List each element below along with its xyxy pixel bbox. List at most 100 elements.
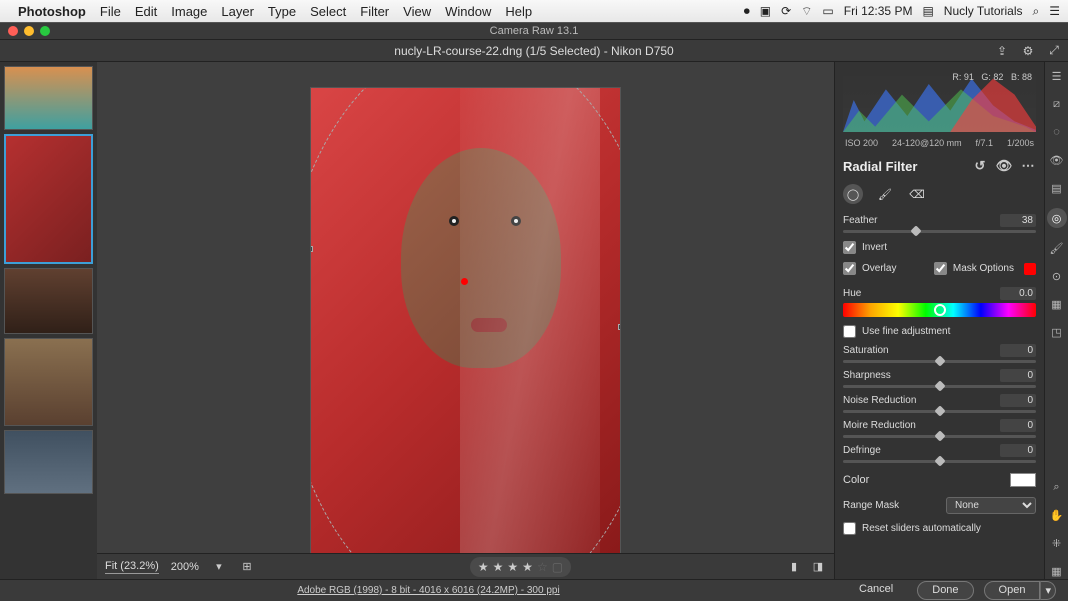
feather-slider[interactable] <box>843 230 1036 233</box>
camera-raw-titlebar: Camera Raw 13.1 <box>0 22 1068 40</box>
hue-slider[interactable] <box>843 303 1036 317</box>
gear-icon[interactable]: ⚙ <box>1020 43 1036 59</box>
histogram[interactable]: R: 91 G: 82 B: 88 <box>843 68 1036 132</box>
grid-toggle-icon[interactable]: ⊞ <box>239 559 255 575</box>
grid-icon[interactable]: ▦ <box>1049 563 1065 579</box>
defringe-value[interactable]: 0 <box>1000 444 1036 457</box>
wifi-icon[interactable]: ⌔ <box>801 4 812 19</box>
reset-sliders-checkbox[interactable] <box>843 522 856 535</box>
cancel-button[interactable]: Cancel <box>845 581 907 600</box>
filmstrip[interactable] <box>0 62 97 579</box>
canvas-area[interactable]: Fit (23.2%) 200% ▾ ⊞ ★ ★ ★ ★ ☆ ▢ ▮ ◨ <box>97 62 834 579</box>
battery-icon[interactable]: ▭ <box>822 4 833 18</box>
saturation-value[interactable]: 0 <box>1000 344 1036 357</box>
invert-checkbox[interactable] <box>843 241 856 254</box>
sharpness-slider[interactable] <box>843 385 1036 388</box>
eraser-tool-icon[interactable]: ⌫ <box>907 184 927 204</box>
menu-layer[interactable]: Layer <box>221 4 254 19</box>
redeye-icon[interactable]: ⊙ <box>1049 268 1065 284</box>
defringe-slider[interactable] <box>843 460 1036 463</box>
workflow-link[interactable]: Adobe RGB (1998) - 8 bit - 4016 x 6016 (… <box>297 585 559 596</box>
snapshots-icon[interactable]: ◳ <box>1049 324 1065 340</box>
thumbnail-4[interactable] <box>4 338 93 426</box>
edit-icon[interactable]: ☰ <box>1049 68 1065 84</box>
open-dropdown-icon[interactable]: ▾ <box>1040 581 1056 600</box>
adjustment-pin[interactable] <box>461 278 468 285</box>
sync-icon[interactable]: ⟳ <box>781 4 791 18</box>
filter-handle-left[interactable] <box>310 246 313 252</box>
radial-filter-icon[interactable]: ◎ <box>1047 208 1067 228</box>
export-icon[interactable]: ⇪ <box>994 43 1010 59</box>
star-1[interactable]: ★ <box>478 560 489 574</box>
noise-reduction-slider[interactable] <box>843 410 1036 413</box>
thumbnail-2-selected[interactable] <box>4 134 93 264</box>
range-mask-select[interactable]: None <box>946 497 1036 514</box>
menu-file[interactable]: File <box>100 4 121 19</box>
brush-icon[interactable]: 🖌 <box>1049 240 1065 256</box>
star-5[interactable]: ☆ <box>537 560 548 574</box>
maximize-window-button[interactable] <box>40 26 50 36</box>
menu-view[interactable]: View <box>403 4 431 19</box>
menu-image[interactable]: Image <box>171 4 207 19</box>
user-name[interactable]: Nucly Tutorials <box>944 4 1023 18</box>
thumbnail-5[interactable] <box>4 430 93 494</box>
menu-filter[interactable]: Filter <box>360 4 389 19</box>
feather-value[interactable]: 38 <box>1000 214 1036 227</box>
saturation-slider[interactable] <box>843 360 1036 363</box>
eye-tool-icon[interactable]: 👁 <box>1049 152 1065 168</box>
sampler-icon[interactable]: ⁜ <box>1049 535 1065 551</box>
open-button[interactable]: Open <box>984 581 1041 600</box>
single-view-icon[interactable]: ▮ <box>786 559 802 575</box>
more-icon[interactable]: ⋯ <box>1020 158 1036 174</box>
clock[interactable]: Fri 12:35 PM <box>844 4 913 18</box>
done-button[interactable]: Done <box>917 581 973 600</box>
moire-slider[interactable] <box>843 435 1036 438</box>
fine-adjustment-checkbox[interactable] <box>843 325 856 338</box>
presets-icon[interactable]: ▦ <box>1049 296 1065 312</box>
menu-type[interactable]: Type <box>268 4 296 19</box>
linear-gradient-icon[interactable]: ▤ <box>1049 180 1065 196</box>
minimize-window-button[interactable] <box>24 26 34 36</box>
record-icon[interactable]: ⏺ <box>744 4 750 19</box>
crop-icon[interactable]: ⧄ <box>1049 96 1065 112</box>
app-name[interactable]: Photoshop <box>18 4 86 19</box>
brush-tool-icon[interactable]: 🖌 <box>875 184 895 204</box>
thumbnail-1[interactable] <box>4 66 93 130</box>
fullscreen-icon[interactable]: ⤢ <box>1046 43 1062 59</box>
sharpness-value[interactable]: 0 <box>1000 369 1036 382</box>
menu-edit[interactable]: Edit <box>135 4 157 19</box>
star-2[interactable]: ★ <box>493 560 504 574</box>
hue-value[interactable]: 0.0 <box>1000 287 1036 300</box>
mask-color-swatch[interactable] <box>1024 263 1036 275</box>
moire-value[interactable]: 0 <box>1000 419 1036 432</box>
noise-reduction-value[interactable]: 0 <box>1000 394 1036 407</box>
flag-icon[interactable]: ▤ <box>922 4 933 18</box>
visibility-icon[interactable]: 👁 <box>996 158 1012 174</box>
menu-select[interactable]: Select <box>310 4 346 19</box>
preview-image[interactable] <box>310 87 621 554</box>
zoom-fit[interactable]: Fit (23.2%) <box>105 560 159 574</box>
thumbnail-3[interactable] <box>4 268 93 334</box>
overlay-checkbox[interactable] <box>843 262 856 275</box>
color-label-icon[interactable]: ▢ <box>552 560 563 574</box>
ellipse-tool-icon[interactable]: ◯ <box>843 184 863 204</box>
mask-options-checkbox[interactable] <box>934 262 947 275</box>
hand-tool-icon[interactable]: ✋ <box>1049 507 1065 523</box>
spotlight-icon[interactable]: ⌕ <box>1033 4 1040 19</box>
color-swatch[interactable] <box>1010 473 1036 487</box>
filter-handle-right[interactable] <box>618 324 621 330</box>
rating-stars[interactable]: ★ ★ ★ ★ ☆ ▢ <box>470 557 571 577</box>
zoom-dropdown-icon[interactable]: ▾ <box>211 559 227 575</box>
reset-icon[interactable]: ↺ <box>972 158 988 174</box>
heal-icon[interactable]: ◌ <box>1049 124 1065 140</box>
menu-help[interactable]: Help <box>505 4 532 19</box>
star-4[interactable]: ★ <box>522 560 533 574</box>
star-3[interactable]: ★ <box>507 560 518 574</box>
close-window-button[interactable] <box>8 26 18 36</box>
menu-icon[interactable]: ☰ <box>1049 4 1060 18</box>
menu-window[interactable]: Window <box>445 4 491 19</box>
zoom-percent[interactable]: 200% <box>171 561 199 573</box>
zoom-tool-icon[interactable]: ⌕ <box>1049 479 1065 495</box>
compare-view-icon[interactable]: ◨ <box>810 559 826 575</box>
cc-icon[interactable]: ▣ <box>760 4 771 18</box>
